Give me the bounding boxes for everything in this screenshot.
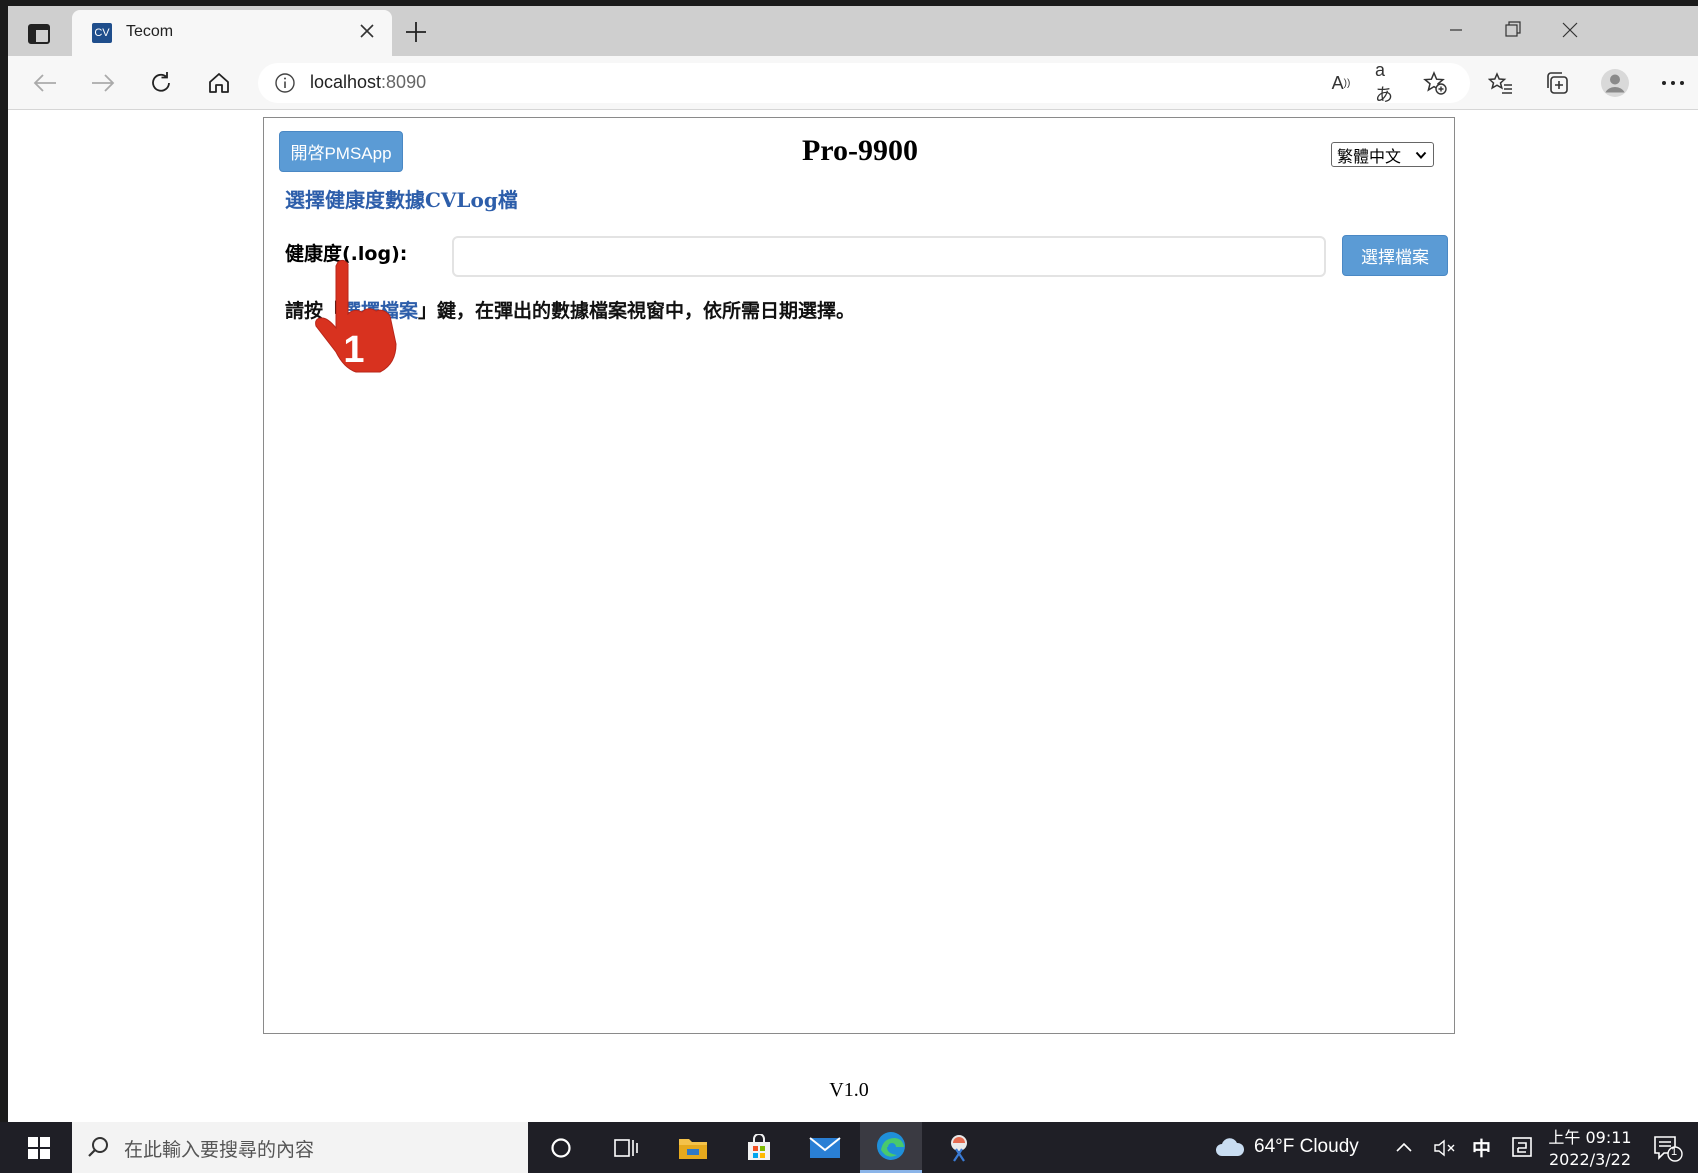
restore-icon[interactable] bbox=[1492, 14, 1532, 46]
more-options-icon[interactable] bbox=[1658, 68, 1688, 98]
close-window-icon[interactable] bbox=[1550, 14, 1590, 46]
health-log-file-input[interactable] bbox=[452, 236, 1326, 277]
weather-text[interactable]: 64°F Cloudy bbox=[1254, 1136, 1359, 1158]
pointing-hand-icon: 1 bbox=[308, 256, 408, 386]
address-host: localhost bbox=[310, 72, 382, 92]
taskbar: 在此輸入要搜尋的內容 64°F Cloudy 中 上午 09:11 2022/3… bbox=[0, 1122, 1698, 1173]
system-clock[interactable]: 上午 09:11 2022/3/22 bbox=[1548, 1127, 1632, 1171]
browser-window: CV Tecom localhost:8090 A)) aあ 開啓PMSApp… bbox=[8, 6, 1698, 1122]
page-content: 開啓PMSApp Pro-9900 繁體中文 選擇健康度數據CVLog檔 健康度… bbox=[8, 110, 1698, 1122]
clock-date: 2022/3/22 bbox=[1548, 1150, 1632, 1169]
tab-actions-icon[interactable] bbox=[18, 16, 60, 52]
tab-title: Tecom bbox=[126, 23, 174, 40]
ime-indicator[interactable]: 中 bbox=[1472, 1134, 1491, 1161]
address-port: :8090 bbox=[381, 72, 427, 92]
refresh-icon[interactable] bbox=[146, 68, 176, 98]
browser-toolbar: localhost:8090 A)) aあ bbox=[8, 56, 1698, 110]
add-favorite-icon[interactable] bbox=[1422, 70, 1448, 96]
page-title: Pro-9900 bbox=[801, 134, 919, 167]
tab-favicon-icon: CV bbox=[92, 23, 112, 43]
task-view-icon[interactable] bbox=[594, 1122, 656, 1173]
language-select[interactable]: 繁體中文 bbox=[1331, 142, 1434, 167]
file-explorer-icon[interactable] bbox=[662, 1122, 724, 1173]
mail-icon[interactable] bbox=[794, 1122, 856, 1173]
snipping-tool-icon[interactable] bbox=[928, 1122, 990, 1173]
chevron-up-icon[interactable] bbox=[1392, 1136, 1416, 1160]
chevron-down-icon bbox=[1415, 147, 1427, 161]
main-panel: 開啓PMSApp Pro-9900 繁體中文 選擇健康度數據CVLog檔 健康度… bbox=[263, 117, 1455, 1034]
collections-icon[interactable] bbox=[1542, 68, 1572, 98]
volume-muted-icon[interactable] bbox=[1432, 1136, 1458, 1160]
notification-count: 1 bbox=[1671, 1146, 1678, 1158]
pointer-step-number: 1 bbox=[343, 329, 364, 371]
language-selected-value: 繁體中文 bbox=[1337, 146, 1402, 166]
forward-icon[interactable] bbox=[88, 68, 118, 98]
store-icon[interactable] bbox=[728, 1122, 790, 1173]
minimize-icon[interactable] bbox=[1436, 14, 1476, 46]
choose-file-button[interactable]: 選擇檔案 bbox=[1342, 235, 1448, 276]
notification-center-icon[interactable]: 1 bbox=[1652, 1134, 1684, 1162]
home-icon[interactable] bbox=[204, 68, 234, 98]
clock-time: 上午 09:11 bbox=[1548, 1128, 1632, 1147]
cortana-icon[interactable] bbox=[530, 1122, 592, 1173]
address-text[interactable]: localhost:8090 bbox=[310, 72, 426, 93]
weather-cloud-icon bbox=[1214, 1134, 1245, 1160]
taskbar-search-box[interactable]: 在此輸入要搜尋的內容 bbox=[72, 1122, 528, 1173]
site-info-icon[interactable] bbox=[274, 72, 296, 94]
ime-mode-icon[interactable] bbox=[1510, 1135, 1534, 1159]
screen: CV Tecom localhost:8090 A)) aあ 開啓PMSApp… bbox=[0, 0, 1698, 1173]
address-bar[interactable]: localhost:8090 A)) aあ bbox=[258, 60, 1470, 105]
instruction-suffix: 」鍵，在彈出的數據檔案視窗中，依所需日期選擇。 bbox=[418, 300, 856, 322]
search-placeholder: 在此輸入要搜尋的內容 bbox=[124, 1139, 315, 1161]
edge-browser-icon[interactable] bbox=[860, 1122, 922, 1173]
tab-strip: CV Tecom bbox=[8, 6, 1698, 56]
close-tab-icon[interactable] bbox=[356, 20, 378, 42]
read-aloud-icon[interactable]: A)) bbox=[1328, 70, 1354, 96]
new-tab-icon[interactable] bbox=[400, 16, 432, 48]
select-cvlog-link[interactable]: 選擇健康度數據CVLog檔 bbox=[285, 184, 518, 213]
windows-start-icon[interactable] bbox=[10, 1122, 68, 1173]
profile-avatar-icon[interactable] bbox=[1600, 68, 1630, 98]
back-icon[interactable] bbox=[30, 68, 60, 98]
tab-tecom[interactable]: CV Tecom bbox=[72, 10, 392, 56]
version-label: V1.0 bbox=[829, 1079, 869, 1101]
favorites-icon[interactable] bbox=[1486, 68, 1516, 98]
translate-icon[interactable]: aあ bbox=[1375, 60, 1401, 105]
search-icon bbox=[86, 1135, 110, 1159]
